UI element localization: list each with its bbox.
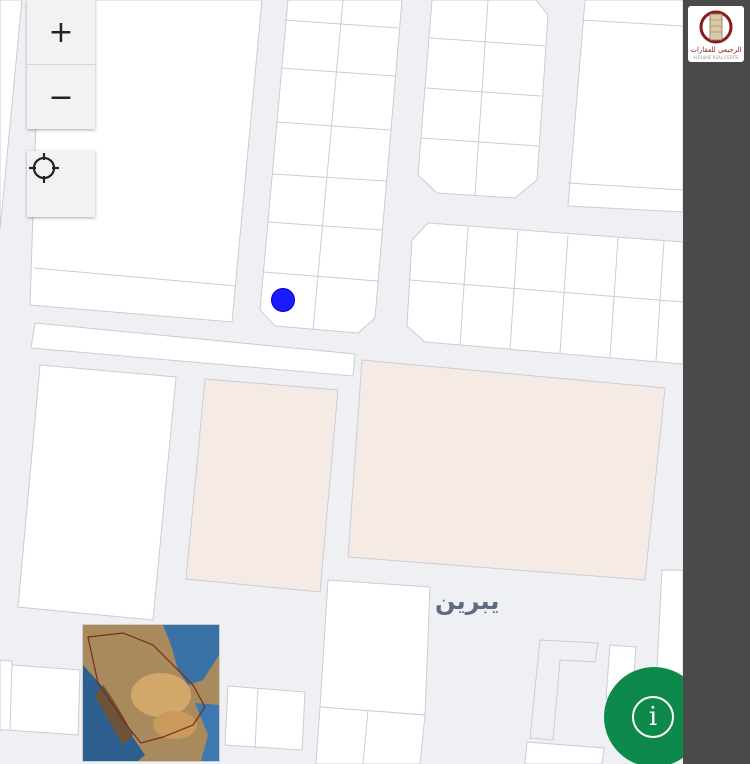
overview-minimap[interactable] — [82, 624, 220, 762]
map-canvas[interactable]: + − يبرين i — [0, 0, 683, 764]
parcel — [315, 706, 426, 764]
locate-button[interactable] — [27, 151, 95, 217]
minimap-satellite-image — [83, 625, 219, 761]
logo-subtext: ALRUJAIE REAL ESTATE — [693, 55, 739, 60]
crosshair-icon — [27, 151, 95, 217]
parcel — [224, 685, 306, 751]
zoom-control: + − — [27, 0, 95, 129]
parcel — [0, 0, 23, 231]
logo-text: الرجيعي للعقارات — [690, 46, 742, 54]
info-icon: i — [632, 696, 674, 738]
parcel — [17, 364, 177, 621]
parcel — [0, 659, 13, 731]
parcel-highlight — [185, 378, 339, 593]
brand-logo: الرجيعي للعقارات ALRUJAIE REAL ESTATE — [688, 6, 744, 62]
parcel — [319, 579, 431, 716]
parcel — [567, 0, 683, 213]
building-logo-icon — [699, 10, 733, 44]
parcel-block — [259, 0, 403, 334]
parcel-block — [406, 222, 683, 365]
parcel — [524, 741, 605, 764]
zoom-in-button[interactable]: + — [27, 0, 95, 64]
parcel — [7, 664, 81, 736]
parcel-block — [417, 0, 549, 199]
zoom-out-button[interactable]: − — [27, 64, 95, 129]
parcel-highlight — [347, 359, 666, 581]
user-location-dot — [271, 288, 295, 312]
place-label: يبرين — [435, 587, 500, 615]
